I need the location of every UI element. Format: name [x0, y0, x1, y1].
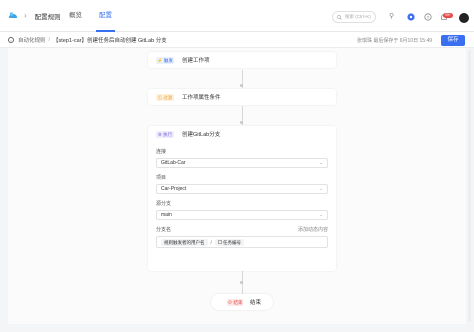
branch-separator: /: [210, 239, 212, 245]
action-node[interactable]: ⚙ 执行 创建GitLab分支 连接 GitLab-Car ⌄ 项目 Car-Pr…: [148, 126, 336, 271]
search-input[interactable]: 搜索 (Ctrl+K): [332, 11, 376, 23]
save-button[interactable]: 保存: [441, 35, 465, 46]
breadcrumb: ‹ 自动化规则 / 【step1-car】创建任务后自动创建 GitLab 分支…: [0, 32, 474, 48]
connector-dot: [240, 84, 243, 87]
branch-chip[interactable]: 任务编号: [214, 238, 245, 246]
help-icon[interactable]: ?: [424, 13, 432, 24]
breadcrumb-parent[interactable]: 自动化规则: [18, 36, 46, 44]
field-icon: [217, 239, 222, 244]
end-tag: ⊘ 结束: [227, 298, 243, 306]
search-placeholder: 搜索 (Ctrl+K): [345, 14, 371, 19]
branch-name-field[interactable]: 规则触发者的用户名 / 任务编号: [156, 236, 328, 248]
action-form: 连接 GitLab-Car ⌄ 项目 Car-Project ⌄ 源分支 main ⌄…: [148, 148, 336, 248]
branch-name-label: 分支名 添加动态内容: [156, 226, 328, 233]
connection-select[interactable]: GitLab-Car ⌄: [156, 158, 328, 168]
scrollbar[interactable]: [468, 50, 471, 322]
filter-icon[interactable]: ⚲: [389, 13, 394, 21]
action-tag: ⚙ 执行: [156, 130, 174, 138]
project-select[interactable]: Car-Project ⌄: [156, 184, 328, 194]
source-branch-select[interactable]: main ⌄: [156, 210, 328, 220]
connector-dot: [240, 121, 243, 124]
source-branch-label: 源分支: [156, 201, 172, 207]
breadcrumb-separator: /: [48, 36, 51, 43]
svg-text:?: ?: [427, 15, 430, 21]
back-icon[interactable]: ‹: [8, 36, 14, 43]
notification-badge: 99+: [443, 13, 453, 18]
app-logo-icon[interactable]: [7, 10, 19, 22]
nav-title: 配置规则: [34, 13, 61, 21]
node-title: 创建GitLab分支: [182, 132, 221, 138]
flow-canvas: ⚡ 触发 创建工作项 ⚠ 过滤 工作项属性条件 ⚙ 执行 创建GitLab分支 …: [8, 48, 466, 324]
connector-dot: [240, 281, 243, 284]
save-status: 张琪珠 最后保存于 6月10日 15:49: [357, 38, 433, 44]
tab-config[interactable]: 配置: [96, 0, 115, 32]
tab-overview[interactable]: 概览: [69, 0, 82, 32]
trigger-tag: ⚡ 触发: [156, 56, 174, 64]
chevron-down-icon: ⌄: [319, 160, 323, 165]
node-title: 工作项属性条件: [182, 95, 221, 101]
end-node[interactable]: ⊘ 结束 结束: [211, 294, 273, 310]
chevron-down-icon: ⌄: [319, 212, 323, 217]
page-title: 【step1-car】创建任务后自动创建 GitLab 分支: [53, 37, 167, 44]
add-dynamic-content-link[interactable]: 添加动态内容: [298, 226, 328, 233]
branch-chip[interactable]: 规则触发者的用户名: [161, 238, 208, 246]
project-label: 项目: [156, 175, 167, 181]
connection-label: 连接: [156, 149, 167, 155]
avatar[interactable]: [459, 13, 469, 23]
node-title: 创建工作项: [182, 58, 210, 64]
chevron-down-icon: ⌄: [319, 186, 323, 191]
top-nav: › 配置规则 概览 配置 搜索 (Ctrl+K) ⚲ ? 99+: [0, 0, 474, 32]
condition-tag: ⚠ 过滤: [156, 93, 174, 101]
condition-node[interactable]: ⚠ 过滤 工作项属性条件: [148, 89, 336, 105]
end-label: 结束: [250, 300, 262, 306]
trigger-node[interactable]: ⚡ 触发 创建工作项: [148, 52, 336, 68]
chevron-right-icon: ›: [24, 11, 27, 20]
search-icon: [337, 14, 342, 20]
compass-icon[interactable]: [407, 13, 415, 24]
